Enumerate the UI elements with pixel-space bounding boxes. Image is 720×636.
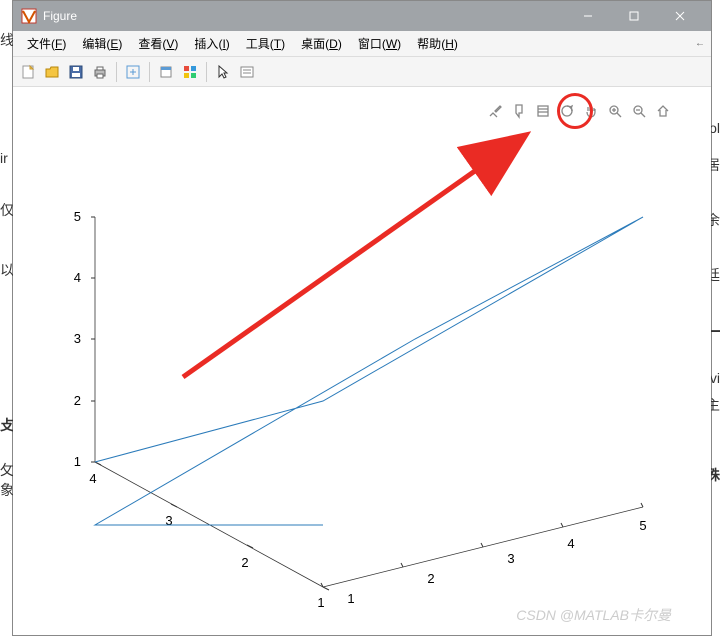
menu-insert[interactable]: 插入(I) (186, 32, 237, 55)
y-tick: 1 (317, 595, 324, 610)
dock-button[interactable] (155, 61, 177, 83)
menu-edit[interactable]: 编辑(E) (74, 32, 130, 55)
print-button[interactable] (89, 61, 111, 83)
layout-button[interactable] (179, 61, 201, 83)
x-tick: 1 (347, 591, 354, 606)
app-icon (21, 8, 37, 24)
axes-3d[interactable]: 5 4 3 2 1 4 3 2 1 1 2 3 4 5 (13, 87, 713, 635)
window-title: Figure (43, 9, 565, 23)
cutoff-char: 以 (0, 260, 14, 280)
insert-legend-button[interactable] (236, 61, 258, 83)
titlebar: Figure (13, 1, 711, 31)
menubar: 文件(F) 编辑(E) 查看(V) 插入(I) 工具(T) 桌面(D) 窗口(W… (13, 31, 711, 57)
cutoff-char: 攵 (0, 460, 14, 480)
menu-view[interactable]: 查看(V) (130, 32, 186, 55)
z-tick: 5 (74, 209, 81, 224)
new-figure-button[interactable] (17, 61, 39, 83)
cutoff-char: 象 (0, 480, 14, 500)
x-tick: 4 (567, 536, 574, 551)
menu-overflow-icon[interactable]: ← (695, 38, 705, 49)
toolbar (13, 57, 711, 87)
pointer-button[interactable] (212, 61, 234, 83)
y-tick: 4 (89, 471, 96, 486)
annotation-arrow (183, 137, 523, 377)
line-series[interactable] (95, 217, 643, 525)
minimize-button[interactable] (565, 1, 611, 31)
close-button[interactable] (657, 1, 703, 31)
menu-window[interactable]: 窗口(W) (350, 32, 409, 55)
y-tick: 3 (165, 513, 172, 528)
open-button[interactable] (41, 61, 63, 83)
cutoff-char: 攴 (0, 415, 14, 435)
menu-help[interactable]: 帮助(H) (409, 32, 466, 55)
y-tick: 2 (241, 555, 248, 570)
x-tick: 2 (427, 571, 434, 586)
menu-tools[interactable]: 工具(T) (238, 32, 293, 55)
x-tick: 3 (507, 551, 514, 566)
z-tick: 3 (74, 331, 81, 346)
maximize-button[interactable] (611, 1, 657, 31)
figure-canvas[interactable]: 5 4 3 2 1 4 3 2 1 1 2 3 4 5 (13, 87, 711, 635)
menu-file[interactable]: 文件(F) (19, 32, 74, 55)
cutoff-char: 线 (0, 30, 14, 50)
z-tick: 4 (74, 270, 81, 285)
cutoff-char: ir (0, 150, 8, 166)
menu-desktop[interactable]: 桌面(D) (293, 32, 350, 55)
x-tick: 5 (639, 518, 646, 533)
save-button[interactable] (65, 61, 87, 83)
figure-window: Figure 文件(F) 编辑(E) 查看(V) 插入(I) 工具(T) 桌面(… (12, 0, 712, 636)
z-tick: 1 (74, 454, 81, 469)
link-button[interactable] (122, 61, 144, 83)
watermark: CSDN @MATLAB卡尔曼 (516, 605, 671, 625)
cutoff-char: 仅 (0, 200, 14, 220)
z-tick: 2 (74, 393, 81, 408)
